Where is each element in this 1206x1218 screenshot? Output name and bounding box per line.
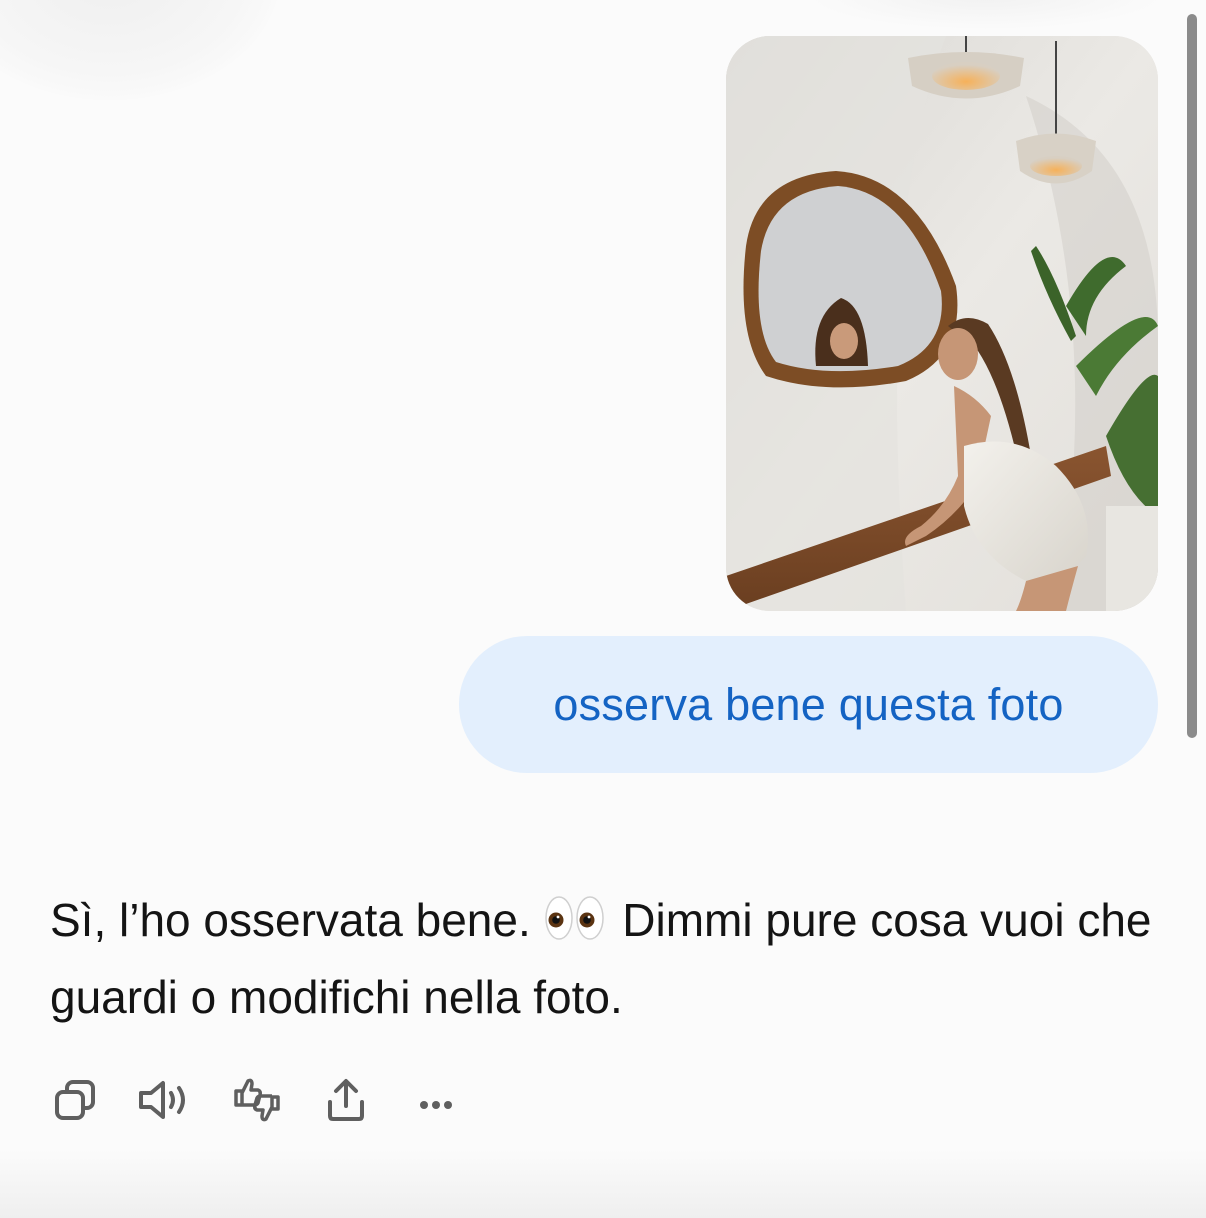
photo-image <box>726 36 1158 611</box>
more-options-button[interactable] <box>406 1070 466 1130</box>
user-photo-attachment[interactable] <box>726 36 1158 611</box>
corner-shadow <box>0 0 280 100</box>
share-button[interactable] <box>316 1070 376 1130</box>
user-message-text: osserva bene questa foto <box>553 678 1064 730</box>
chat-screen: osserva bene questa foto Sì, l’ho osserv… <box>0 0 1206 1218</box>
share-icon <box>328 1079 364 1121</box>
eyes-emoji-icon <box>544 896 604 940</box>
copy-icon <box>55 1080 95 1120</box>
copy-button[interactable] <box>45 1070 105 1130</box>
user-message-bubble[interactable]: osserva bene questa foto <box>459 636 1158 773</box>
more-icon <box>420 1101 452 1109</box>
message-actions-bar <box>0 1070 1206 1130</box>
bottom-fade <box>0 1150 1206 1218</box>
assistant-reply: Sì, l’ho osservata bene. Dimmi pure cosa… <box>50 882 1160 1036</box>
assistant-reply-text-1: Sì, l’ho osservata bene. <box>50 894 544 946</box>
scrollbar[interactable] <box>1187 14 1197 738</box>
speaker-icon <box>139 1081 185 1119</box>
feedback-button[interactable] <box>227 1070 287 1130</box>
thumbs-icon <box>234 1078 280 1122</box>
read-aloud-button[interactable] <box>135 1070 195 1130</box>
top-shadow <box>806 0 1166 30</box>
